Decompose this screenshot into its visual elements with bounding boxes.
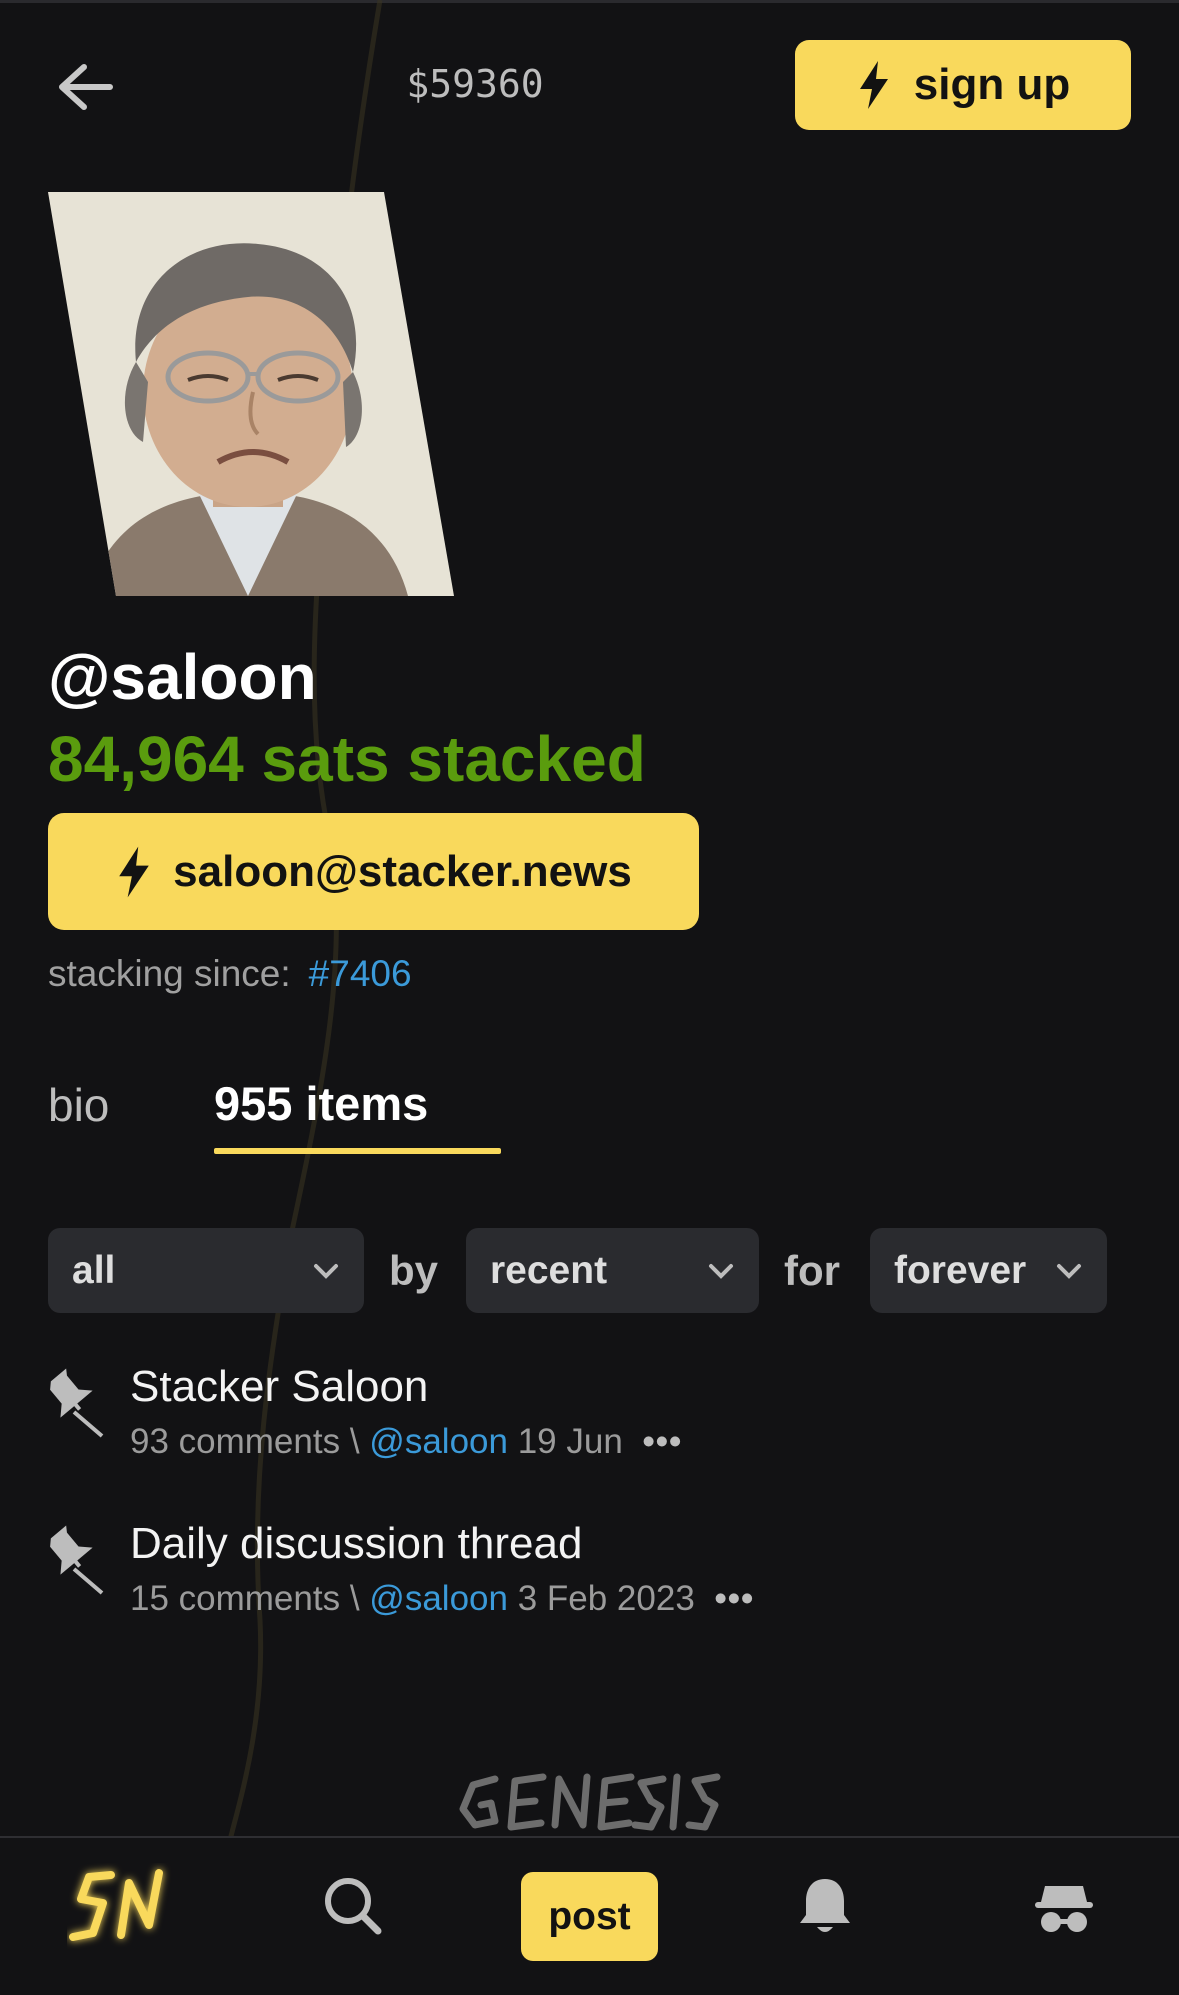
item-meta: 93 comments \ @saloon 19 Jun •••	[130, 1422, 682, 1462]
pin-icon	[50, 1525, 104, 1595]
list-item[interactable]: Stacker Saloon 93 comments \ @saloon 19 …	[40, 1362, 1140, 1482]
bottom-nav: post	[0, 1836, 1179, 1995]
item-user[interactable]: @saloon	[369, 1579, 508, 1618]
lightning-address-button[interactable]: saloon@stacker.news	[48, 813, 699, 930]
signup-label: sign up	[913, 60, 1071, 109]
for-label: for	[784, 1247, 840, 1294]
profile-avatar[interactable]	[48, 192, 454, 596]
item-title[interactable]: Daily discussion thread	[130, 1519, 582, 1569]
item-meta: 15 comments \ @saloon 3 Feb 2023 •••	[130, 1579, 754, 1619]
chevron-down-icon	[709, 1263, 733, 1279]
pin-icon	[50, 1368, 104, 1438]
stacking-since: stacking since: #7406	[48, 953, 412, 995]
sats-stacked: 84,964 sats stacked	[48, 723, 646, 795]
item-title[interactable]: Stacker Saloon	[130, 1362, 428, 1412]
item-date[interactable]: 3 Feb 2023	[518, 1579, 695, 1618]
tab-items[interactable]: 955 items	[214, 1076, 428, 1131]
arrow-left-icon	[59, 64, 113, 110]
stacking-since-label: stacking since:	[48, 953, 291, 994]
item-comments[interactable]: 93 comments	[130, 1422, 340, 1461]
chevron-down-icon	[314, 1263, 338, 1279]
more-options-icon[interactable]: •••	[715, 1579, 755, 1618]
sort-select[interactable]: recent	[466, 1228, 759, 1313]
search-icon[interactable]	[318, 1866, 388, 1946]
more-options-icon[interactable]: •••	[643, 1422, 683, 1461]
item-separator: \	[349, 1579, 360, 1618]
bell-icon[interactable]	[790, 1866, 860, 1946]
btc-price[interactable]: $59360	[330, 62, 620, 106]
sn-logo-icon[interactable]	[62, 1858, 182, 1958]
item-comments[interactable]: 15 comments	[130, 1579, 340, 1618]
back-button[interactable]	[54, 60, 116, 114]
item-date[interactable]: 19 Jun	[518, 1422, 623, 1461]
type-select-value: all	[72, 1248, 116, 1292]
by-label: by	[389, 1247, 439, 1294]
item-user[interactable]: @saloon	[369, 1422, 508, 1461]
item-separator: \	[349, 1422, 360, 1461]
type-select[interactable]: all	[48, 1228, 364, 1313]
anon-icon[interactable]	[1024, 1866, 1104, 1946]
sort-select-value: recent	[490, 1248, 608, 1292]
active-tab-indicator	[214, 1148, 501, 1154]
when-select-value: forever	[894, 1248, 1027, 1292]
post-button[interactable]: post	[521, 1872, 658, 1961]
tab-bio[interactable]: bio	[48, 1078, 109, 1132]
chevron-down-icon	[1057, 1263, 1081, 1279]
lightning-icon	[859, 61, 888, 109]
when-select[interactable]: forever	[870, 1228, 1107, 1313]
signup-button[interactable]: sign up	[795, 40, 1131, 130]
list-item[interactable]: Daily discussion thread 15 comments \ @s…	[40, 1519, 1140, 1639]
top-border	[0, 0, 1179, 3]
lightning-icon	[119, 846, 149, 897]
lightning-address-label: saloon@stacker.news	[173, 846, 632, 896]
stacking-since-link[interactable]: #7406	[309, 953, 412, 994]
profile-page: $59360 sign up @saloon 84,964 sats stack…	[0, 0, 1179, 1995]
profile-handle: @saloon	[48, 641, 317, 713]
genesis-logo[interactable]	[455, 1765, 725, 1835]
